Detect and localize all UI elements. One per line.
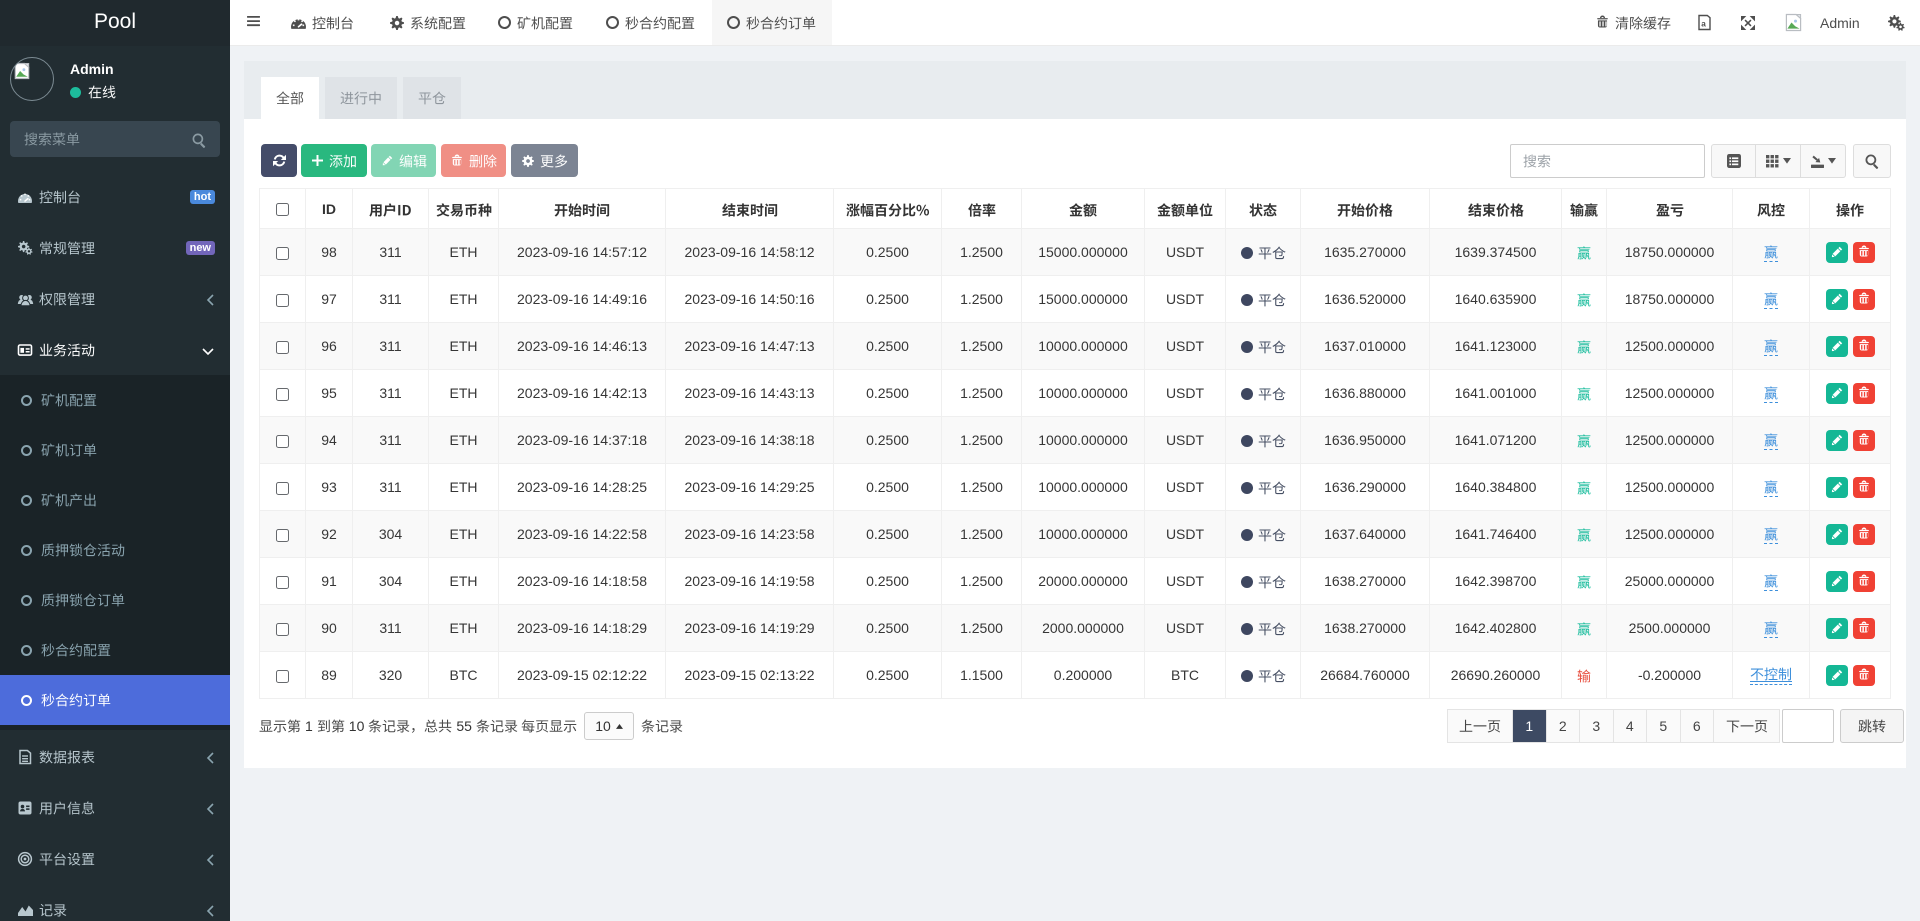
svg-text:a: a <box>1701 20 1706 29</box>
